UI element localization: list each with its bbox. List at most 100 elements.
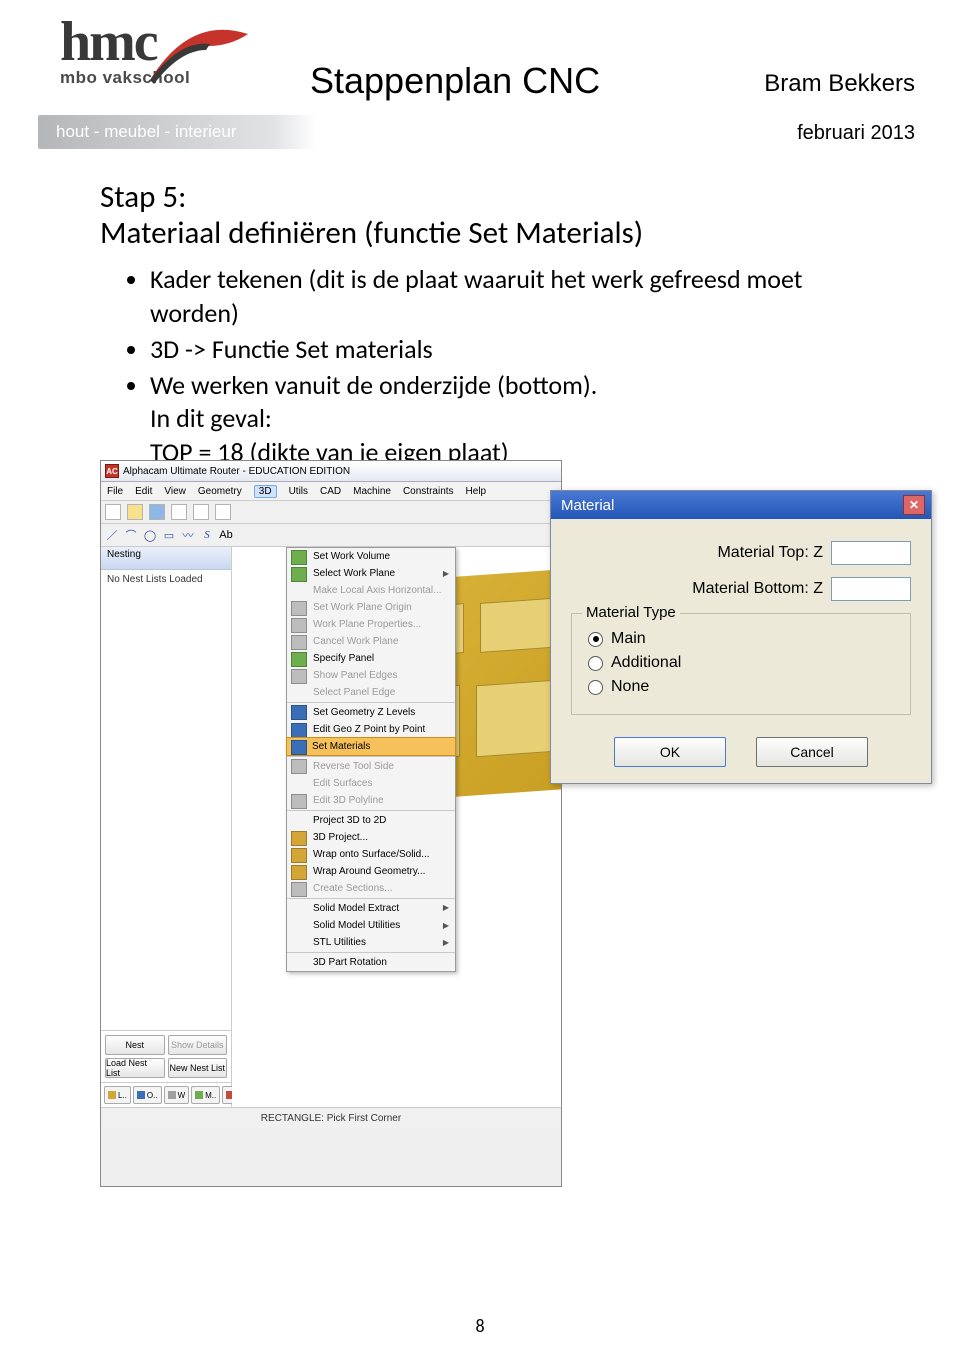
- logo-swoosh-icon: [140, 10, 260, 105]
- menu-item[interactable]: Specify Panel: [287, 650, 455, 667]
- side-tab[interactable]: M..: [191, 1086, 220, 1104]
- author-name: Bram Bekkers: [764, 70, 915, 98]
- side-tab[interactable]: O..: [133, 1086, 162, 1104]
- toolbar-icon[interactable]: [215, 504, 231, 520]
- radio-option[interactable]: None: [588, 678, 894, 696]
- toolbar-icon[interactable]: [105, 504, 121, 520]
- menu-item-constraints[interactable]: Constraints: [403, 486, 454, 497]
- rect-tool-icon[interactable]: ▭: [162, 528, 176, 542]
- dialog-buttons: OK Cancel: [571, 737, 911, 767]
- menu-item[interactable]: Solid Model Utilities▶: [287, 917, 455, 934]
- menu-item-machine[interactable]: Machine: [353, 486, 391, 497]
- workpiece-slot: [480, 595, 561, 653]
- menu-item-geometry[interactable]: Geometry: [198, 486, 242, 497]
- menu-item[interactable]: Set Geometry Z Levels: [287, 702, 455, 721]
- menu-item[interactable]: Edit Geo Z Point by Point: [287, 721, 455, 738]
- menu-item-icon: [291, 794, 307, 809]
- toolbar-icon[interactable]: [193, 504, 209, 520]
- input-row-top: Material Top: Z: [571, 541, 911, 565]
- menu-item[interactable]: Set Work Volume: [287, 548, 455, 565]
- toolbar-row-2[interactable]: ／ ⌒ ◯ ▭ 〰 S Ab: [101, 524, 561, 547]
- menu-item-icon: [291, 652, 307, 667]
- toolbar-icon[interactable]: [171, 504, 187, 520]
- menu-item: Select Panel Edge: [287, 684, 455, 701]
- menu-item[interactable]: Project 3D to 2D: [287, 810, 455, 829]
- menu-item-icon: [291, 550, 307, 565]
- menu-item[interactable]: Select Work Plane▶: [287, 565, 455, 582]
- submenu-arrow-icon: ▶: [443, 921, 449, 930]
- radio-option[interactable]: Main: [588, 630, 894, 648]
- menu-bar[interactable]: File Edit View Geometry 3D Utils CAD Machine Con…: [101, 482, 561, 501]
- side-button[interactable]: Load Nest List: [105, 1058, 165, 1078]
- menu-item-file[interactable]: File: [107, 486, 123, 497]
- dialog-body: Material Top: Z Material Bottom: Z Mater…: [551, 519, 931, 783]
- menu-item-icon: [291, 759, 307, 774]
- submenu-arrow-icon: ▶: [443, 938, 449, 947]
- line-tool-icon[interactable]: ／: [105, 528, 119, 542]
- side-tab[interactable]: L..: [104, 1086, 131, 1104]
- side-button[interactable]: New Nest List: [168, 1058, 228, 1078]
- menu-item-icon: [291, 865, 307, 880]
- menu-item: Show Panel Edges: [287, 667, 455, 684]
- input-row-bottom: Material Bottom: Z: [571, 577, 911, 601]
- polyline-tool-icon[interactable]: 〰: [181, 528, 195, 542]
- menu-item: Edit 3D Polyline: [287, 792, 455, 809]
- menu-item-utils[interactable]: Utils: [289, 486, 308, 497]
- menu-item-view[interactable]: View: [164, 486, 186, 497]
- material-bottom-input[interactable]: [831, 577, 911, 601]
- submenu-arrow-icon: ▶: [443, 903, 449, 912]
- radio-label: Main: [611, 630, 646, 648]
- document-date: februari 2013: [797, 122, 915, 145]
- dropdown-menu-3d[interactable]: Set Work VolumeSelect Work Plane▶Make Lo…: [286, 547, 456, 972]
- toolbar-row-1[interactable]: [101, 501, 561, 524]
- body-text: Stap 5: Materiaal definiëren (functie Se…: [100, 180, 890, 506]
- text-tool-icon[interactable]: Ab: [219, 528, 233, 542]
- menu-item[interactable]: Wrap onto Surface/Solid...: [287, 846, 455, 863]
- page-number: 8: [0, 1315, 960, 1337]
- ok-button[interactable]: OK: [614, 737, 726, 767]
- toolbar-icon[interactable]: [149, 504, 165, 520]
- side-panel: Nesting No Nest Lists Loaded NestShow De…: [101, 547, 232, 1107]
- menu-item-cad[interactable]: CAD: [320, 486, 341, 497]
- menu-item-icon: [291, 635, 307, 650]
- side-tab[interactable]: W: [164, 1086, 190, 1104]
- menu-item: Create Sections...: [287, 880, 455, 897]
- tab-label: L..: [118, 1091, 127, 1100]
- menu-item[interactable]: 3D Project...: [287, 829, 455, 846]
- menu-item-help[interactable]: Help: [466, 486, 487, 497]
- document-title: Stappenplan CNC: [310, 60, 600, 102]
- toolbar-icon[interactable]: [127, 504, 143, 520]
- radio-option[interactable]: Additional: [588, 654, 894, 672]
- circle-tool-icon[interactable]: ◯: [143, 528, 157, 542]
- menu-item: Edit Surfaces: [287, 775, 455, 792]
- window-body: Nesting No Nest Lists Loaded NestShow De…: [101, 547, 561, 1107]
- menu-item[interactable]: Solid Model Extract▶: [287, 898, 455, 917]
- material-top-input[interactable]: [831, 541, 911, 565]
- status-bar: RECTANGLE: Pick First Corner: [101, 1107, 561, 1128]
- menu-item-icon: [291, 848, 307, 863]
- alphacam-window: AC Alphacam Ultimate Router - EDUCATION …: [100, 460, 562, 1187]
- cancel-button[interactable]: Cancel: [756, 737, 868, 767]
- menu-item[interactable]: Set Materials: [286, 737, 456, 756]
- menu-item-icon: [291, 669, 307, 684]
- spline-tool-icon[interactable]: S: [200, 528, 214, 542]
- dialog-titlebar[interactable]: Material ✕: [551, 491, 931, 519]
- menu-item[interactable]: Wrap Around Geometry...: [287, 863, 455, 880]
- menu-item: Work Plane Properties...: [287, 616, 455, 633]
- menu-item-icon: [291, 882, 307, 897]
- close-icon[interactable]: ✕: [903, 495, 925, 515]
- menu-item-icon: [291, 723, 307, 738]
- menu-item-3d[interactable]: 3D: [254, 485, 277, 498]
- submenu-arrow-icon: ▶: [443, 569, 449, 578]
- tab-label: M..: [205, 1091, 216, 1100]
- arc-tool-icon[interactable]: ⌒: [124, 528, 138, 542]
- menu-item[interactable]: STL Utilities▶: [287, 934, 455, 951]
- tab-color-icon: [108, 1091, 116, 1099]
- menu-item-edit[interactable]: Edit: [135, 486, 152, 497]
- menu-item[interactable]: 3D Part Rotation: [287, 952, 455, 971]
- side-panel-content: No Nest Lists Loaded: [101, 570, 231, 1030]
- side-panel-tabs[interactable]: L..O..WM..N..: [101, 1082, 231, 1107]
- side-button[interactable]: Nest: [105, 1035, 165, 1055]
- screenshots-area: AC Alphacam Ultimate Router - EDUCATION …: [100, 460, 900, 1190]
- canvas-area[interactable]: Set Work VolumeSelect Work Plane▶Make Lo…: [232, 547, 561, 1107]
